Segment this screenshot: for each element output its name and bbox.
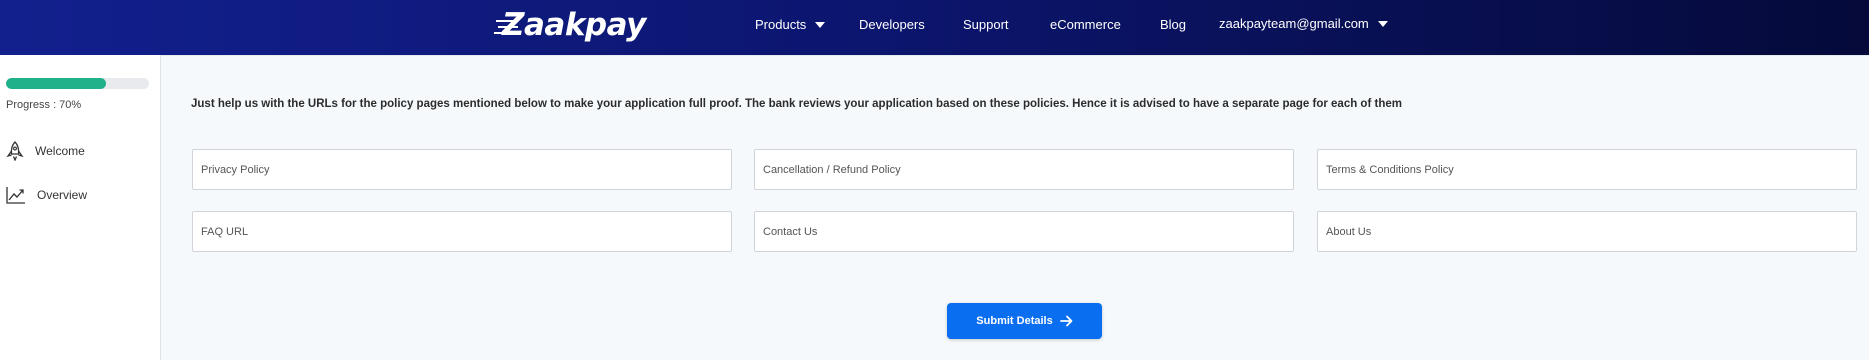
nav-products-label: Products — [755, 17, 807, 32]
faq-url-field[interactable] — [192, 211, 732, 252]
progress-bar — [6, 78, 149, 89]
nav-blog-label: Blog — [1160, 17, 1187, 32]
chevron-down-icon — [1377, 21, 1388, 27]
rocket-icon — [6, 141, 24, 161]
contact-us-field[interactable] — [754, 211, 1294, 252]
submit-details-label: Submit Details — [976, 315, 1053, 327]
zaakpay-logo[interactable]: Zaakpay — [496, 6, 646, 44]
logo-speed-lines — [496, 20, 516, 22]
intro-text: Just help us with the URLs for the polic… — [191, 98, 1402, 110]
account-email: zaakpayteam@gmail.com — [1219, 16, 1369, 31]
sidebar-item-label: Welcome — [35, 144, 85, 158]
chevron-down-icon — [815, 22, 826, 28]
progress-label: Progress : 70% — [6, 99, 82, 111]
sidebar-item-overview[interactable]: Overview — [6, 186, 87, 204]
nav-support-label: Support — [963, 17, 1009, 32]
trend-chart-icon — [6, 187, 25, 204]
logo-text: Zaakpay — [502, 7, 646, 43]
nav-developers[interactable]: Developers — [859, 17, 925, 32]
account-menu[interactable]: zaakpayteam@gmail.com — [1219, 16, 1388, 31]
nav-support[interactable]: Support — [963, 17, 1009, 32]
sidebar-item-label: Overview — [37, 188, 88, 202]
nav-developers-label: Developers — [859, 17, 925, 32]
sidebar-item-welcome[interactable]: Welcome — [6, 141, 85, 161]
top-navbar: Zaakpay Products Developers Support eCom… — [0, 0, 1869, 55]
progress-bar-fill — [6, 78, 107, 89]
sidebar: Progress : 70% Welcome Overview — [0, 55, 161, 360]
terms-conditions-policy-field[interactable] — [1317, 149, 1857, 190]
about-us-field[interactable] — [1317, 211, 1857, 252]
submit-details-button[interactable]: Submit Details — [947, 303, 1102, 339]
nav-ecommerce[interactable]: eCommerce — [1050, 17, 1121, 32]
content-top-divider — [161, 55, 1869, 56]
arrow-right-icon — [1059, 315, 1073, 327]
nav-products[interactable]: Products — [755, 17, 826, 32]
cancellation-refund-policy-field[interactable] — [754, 149, 1294, 190]
nav-ecommerce-label: eCommerce — [1050, 17, 1121, 32]
nav-blog[interactable]: Blog — [1160, 17, 1186, 32]
privacy-policy-field[interactable] — [192, 149, 732, 190]
